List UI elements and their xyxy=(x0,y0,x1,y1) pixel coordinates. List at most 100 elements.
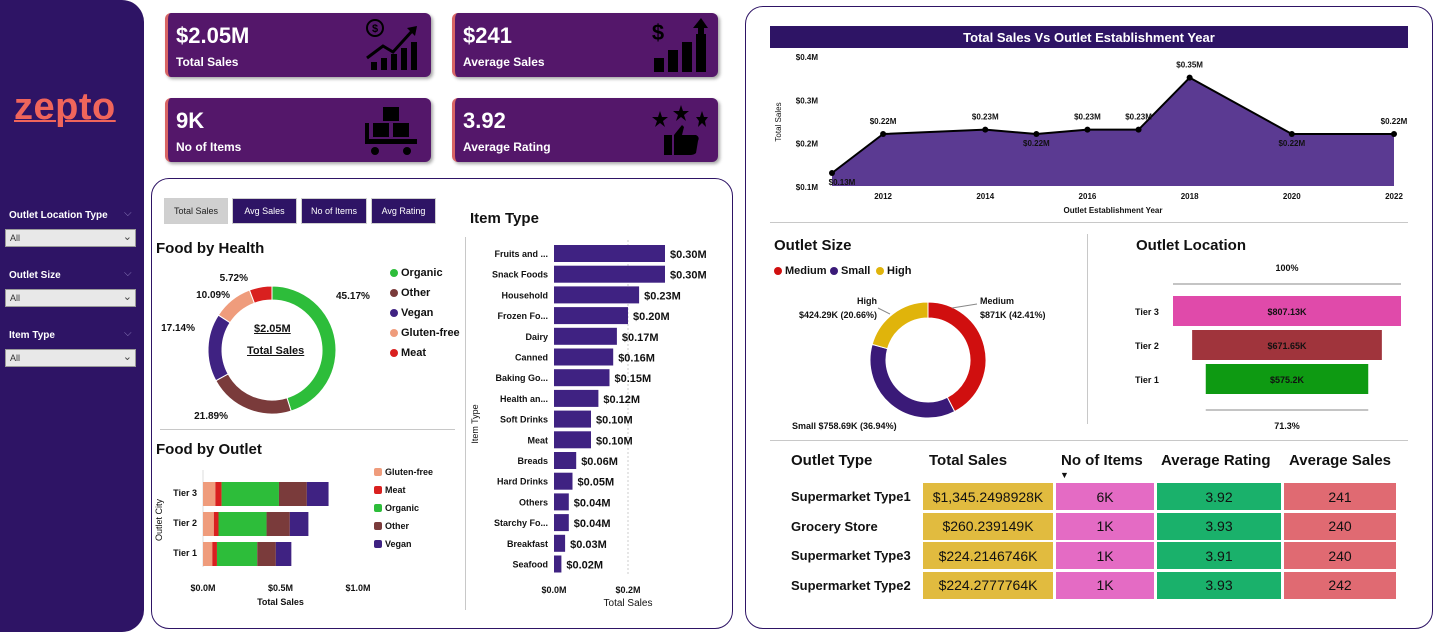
x-axis-label: Outlet Establishment Year xyxy=(1064,206,1163,215)
legend-dot xyxy=(390,329,398,337)
data-point[interactable] xyxy=(1033,131,1040,137)
item-type-select[interactable]: All ⌄ xyxy=(5,349,136,367)
data-label: $0.35M xyxy=(1176,61,1203,70)
item-bar[interactable] xyxy=(554,410,591,428)
col-header-total-sales[interactable]: Total Sales xyxy=(929,452,1007,469)
x-tick-label: $0.5M xyxy=(268,583,293,593)
item-bar[interactable] xyxy=(554,286,640,304)
chevron-down-icon[interactable]: ⌵ xyxy=(124,208,132,219)
location-type-select[interactable]: All ⌄ xyxy=(5,229,136,247)
stacked-bar-segment[interactable] xyxy=(215,482,222,506)
stacked-bar-segment[interactable] xyxy=(203,482,216,506)
funnel-bottom-pct: 71.3% xyxy=(1274,421,1300,431)
legend-medium: Medium xyxy=(774,265,827,277)
donut-slice-medium[interactable] xyxy=(927,301,987,413)
item-bar[interactable] xyxy=(554,389,599,407)
legend-dot xyxy=(876,267,884,275)
tab-no-of-items[interactable]: No of Items xyxy=(301,198,367,224)
stacked-bar-segment[interactable] xyxy=(278,482,307,506)
col-header-no-of-items[interactable]: No of Items xyxy=(1061,452,1143,469)
x-tick-label: $0.0M xyxy=(190,583,215,593)
tab-avg-rating[interactable]: Avg Rating xyxy=(371,198,436,224)
legend-meat: Meat xyxy=(390,347,426,359)
data-point[interactable] xyxy=(1135,126,1142,133)
item-bar[interactable] xyxy=(554,307,628,325)
data-point[interactable] xyxy=(829,170,835,176)
outlet-size-donut: Medium $871K (42.41%) High $424.29K (20.66%… xyxy=(792,296,1046,431)
legend-label: Organic xyxy=(385,503,420,513)
kpi-value: $2.05M xyxy=(176,23,250,48)
col-header-average-sales[interactable]: Average Sales xyxy=(1289,452,1391,469)
table-cell-rating: 3.93 xyxy=(1157,512,1281,540)
stacked-bar-segment[interactable] xyxy=(266,512,290,536)
item-bar[interactable] xyxy=(554,348,614,366)
item-bar[interactable] xyxy=(554,555,562,573)
stacked-bar-segment[interactable] xyxy=(275,542,292,566)
sort-desc-icon[interactable]: ▼ xyxy=(1060,470,1069,480)
item-bar[interactable] xyxy=(554,431,591,449)
stacked-bar-segment[interactable] xyxy=(306,482,329,506)
data-point[interactable] xyxy=(982,126,989,133)
data-point[interactable] xyxy=(1186,74,1193,81)
outlet-size-title: Outlet Size xyxy=(774,237,852,254)
bar-data-label: $0.30M xyxy=(670,249,707,261)
outlet-size-select[interactable]: All ⌄ xyxy=(5,289,136,307)
kpi-average-rating: 3.92 Average Rating xyxy=(452,98,718,162)
stacked-bar-segment[interactable] xyxy=(289,512,309,536)
bar-data-label: $0.30M xyxy=(670,270,707,282)
y-tick-label: Tier 3 xyxy=(173,488,197,498)
donut-slice-other[interactable] xyxy=(215,373,292,415)
item-bar[interactable] xyxy=(554,452,577,469)
y-axis-label: Item Type xyxy=(470,404,480,443)
item-bar[interactable] xyxy=(554,472,573,490)
donut-slice-small[interactable] xyxy=(869,343,956,419)
x-tick-label: $0.0M xyxy=(541,585,566,595)
stacked-bar-segment[interactable] xyxy=(257,542,276,566)
data-point[interactable] xyxy=(880,131,887,137)
item-bar[interactable] xyxy=(554,514,569,532)
legend-dot xyxy=(390,269,398,277)
data-point[interactable] xyxy=(1391,131,1397,137)
item-bar[interactable] xyxy=(554,369,610,387)
data-point[interactable] xyxy=(1288,131,1295,137)
data-label: $0.22M xyxy=(1278,139,1305,148)
y-tick-label: Household xyxy=(502,290,549,300)
donut-slice-vegan[interactable] xyxy=(207,314,231,382)
donut-center-value: $2.05M xyxy=(254,323,291,335)
item-bar[interactable] xyxy=(554,493,569,511)
slice-label: 45.17% xyxy=(336,291,370,302)
dashboard: zepto Outlet Location Type ⌵ All ⌄ Outle… xyxy=(0,0,1436,632)
legend-label: Meat xyxy=(401,347,427,359)
stacked-bar-segment[interactable] xyxy=(221,482,279,506)
location-type-value: All xyxy=(10,233,21,243)
row-outlet-type: Supermarket Type2 xyxy=(791,577,911,593)
outlet-location-title: Outlet Location xyxy=(1136,237,1246,254)
bar-data-label: $0.04M xyxy=(574,497,611,509)
item-bar[interactable] xyxy=(554,245,665,262)
tab-avg-sales[interactable]: Avg Sales xyxy=(232,198,297,224)
data-point[interactable] xyxy=(1084,126,1091,133)
y-tick-label: Seafood xyxy=(512,560,548,570)
table-cell-items: 1K xyxy=(1056,571,1154,599)
item-bar[interactable] xyxy=(554,265,665,283)
item-bar[interactable] xyxy=(554,327,617,345)
chevron-down-icon[interactable]: ⌵ xyxy=(124,268,132,279)
stacked-bar-segment[interactable] xyxy=(213,512,219,536)
bar-data-label: $0.06M xyxy=(581,456,618,468)
y-tick-label: Meat xyxy=(527,435,548,445)
col-header-average-rating[interactable]: Average Rating xyxy=(1161,452,1270,469)
stacked-bar-segment[interactable] xyxy=(218,512,267,536)
item-bar[interactable] xyxy=(554,534,566,552)
bar-data-label: $0.03M xyxy=(570,539,607,551)
stacked-bar-segment[interactable] xyxy=(212,542,217,566)
table-cell-rating: 3.93 xyxy=(1157,571,1281,599)
y-axis-label: Outlet City xyxy=(154,498,164,541)
tab-total-sales[interactable]: Total Sales xyxy=(164,198,228,224)
chevron-down-icon[interactable]: ⌵ xyxy=(124,328,132,339)
slice-label: 17.14% xyxy=(161,323,195,334)
col-header-outlet-type[interactable]: Outlet Type xyxy=(791,452,872,469)
stacked-bar-segment[interactable] xyxy=(203,542,213,566)
stacked-bar-segment[interactable] xyxy=(203,512,214,536)
legend-dot xyxy=(390,349,398,357)
stacked-bar-segment[interactable] xyxy=(216,542,258,566)
